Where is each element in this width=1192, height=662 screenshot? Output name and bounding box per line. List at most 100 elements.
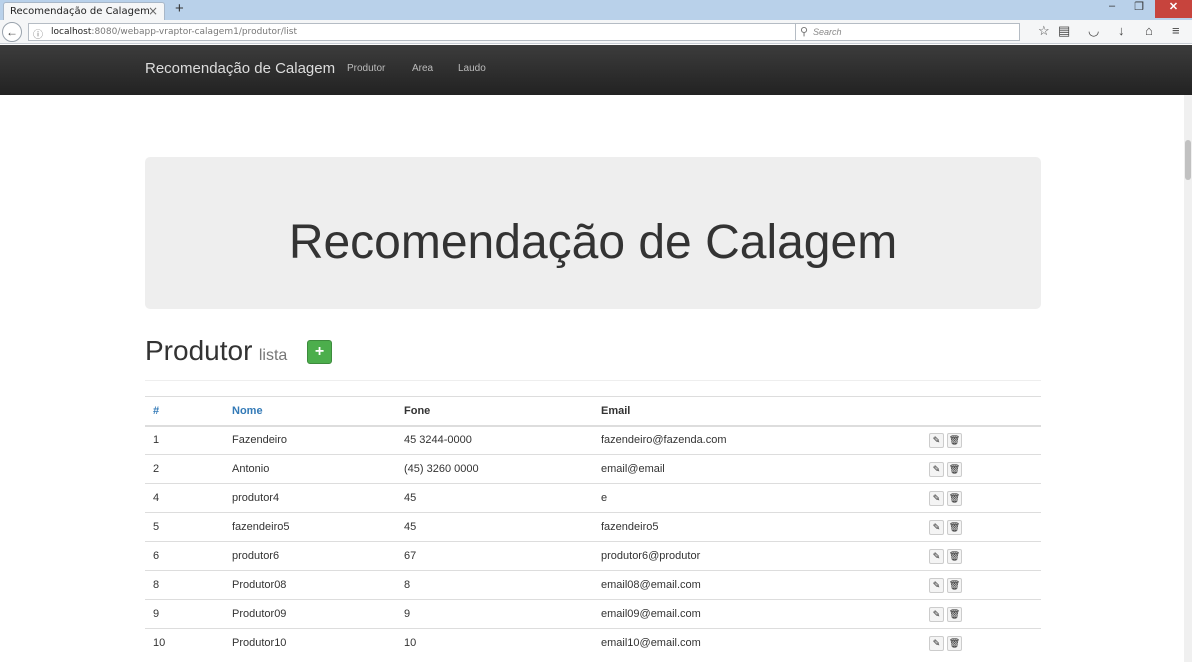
app-navbar: Recomendação de Calagem Produtor Area La… [0,45,1192,95]
page-scrollbar[interactable] [1184,95,1192,662]
url-host: localhost [51,27,92,37]
trash-icon[interactable]: 🗑 [947,635,962,651]
produtor-table: # Nome Fone Email 1 Fazendeiro 45 3244-000… [145,396,1041,658]
cell-email: email10@email.com [593,628,921,658]
table-row: 5 fazendeiro5 45 fazendeiro5 ✎ 🗑 [145,512,1041,542]
table-row: 9 Produtor09 9 email09@email.com ✎ 🗑 [145,599,1041,629]
cell-id: 9 [145,599,224,629]
edit-icon[interactable]: ✎ [929,635,944,651]
browser-titlebar: Recomendação de Calagem × + – ❐ ✕ [0,0,1192,20]
page-subtitle: lista [258,347,288,364]
jumbotron: Recomendação de Calagem [145,157,1041,309]
nav-link-produtor[interactable]: Produtor [347,63,385,74]
edit-icon[interactable]: ✎ [929,548,944,564]
window-minimize-button[interactable]: – [1098,0,1126,18]
download-icon[interactable]: ↓ [1118,23,1125,38]
cell-actions: ✎ 🗑 [921,628,1041,658]
add-produtor-button[interactable]: + [307,340,332,364]
page-title: Produtor [145,335,253,366]
column-header-nome[interactable]: Nome [224,396,396,427]
bookmark-star-icon[interactable]: ☆ [1038,23,1050,39]
tab-close-icon[interactable]: × [148,4,158,18]
nav-link-laudo[interactable]: Laudo [458,63,486,74]
trash-icon[interactable]: 🗑 [947,519,962,535]
search-input[interactable]: ⚲ Search [795,23,1020,41]
browser-toolbar: ← ⓘ localhost:8080/webapp-vraptor-calage… [0,20,1192,44]
back-icon[interactable]: ← [2,22,22,42]
cell-actions: ✎ 🗑 [921,599,1041,629]
trash-icon[interactable]: 🗑 [947,461,962,477]
edit-icon[interactable]: ✎ [929,490,944,506]
cell-id: 4 [145,483,224,513]
cell-nome: produtor6 [224,541,396,571]
table-body: 1 Fazendeiro 45 3244-0000 fazendeiro@fazend… [145,425,1041,658]
search-icon: ⚲ [800,26,809,38]
trash-icon[interactable]: 🗑 [947,548,962,564]
url-text: localhost:8080/webapp-vraptor-calagem1/p… [51,27,297,37]
edit-icon[interactable]: ✎ [929,606,944,622]
cell-actions: ✎ 🗑 [921,541,1041,571]
cell-actions: ✎ 🗑 [921,570,1041,600]
table-row: 10 Produtor10 10 email10@email.com ✎ 🗑 [145,628,1041,658]
cell-nome: fazendeiro5 [224,512,396,542]
column-header-actions [921,396,1041,427]
cell-id: 5 [145,512,224,542]
cell-fone: 67 [396,541,593,571]
column-header-fone: Fone [396,396,593,427]
url-bar[interactable]: ⓘ localhost:8080/webapp-vraptor-calagem1… [28,23,808,41]
trash-icon[interactable]: 🗑 [947,606,962,622]
info-icon[interactable]: ⓘ [33,26,43,41]
column-header-id[interactable]: # [145,396,224,427]
cell-id: 10 [145,628,224,658]
cell-nome: produtor4 [224,483,396,513]
table-header-row: # Nome Fone Email [145,396,1041,427]
cell-nome: Fazendeiro [224,425,396,455]
window-maximize-button[interactable]: ❐ [1125,0,1153,18]
cell-fone: 9 [396,599,593,629]
cell-nome: Produtor10 [224,628,396,658]
table-row: 8 Produtor08 8 email08@email.com ✎ 🗑 [145,570,1041,600]
trash-icon[interactable]: 🗑 [947,432,962,448]
cell-id: 2 [145,454,224,484]
pocket-icon[interactable]: ◡ [1088,23,1099,39]
trash-icon[interactable]: 🗑 [947,577,962,593]
bookmarks-library-icon[interactable]: ▤ [1058,23,1070,39]
cell-id: 8 [145,570,224,600]
cell-fone: 45 [396,483,593,513]
cell-email: e [593,483,921,513]
nav-link-area[interactable]: Area [412,63,433,74]
cell-nome: Produtor08 [224,570,396,600]
url-path: :8080/webapp-vraptor-calagem1/produtor/l… [91,27,297,37]
cell-fone: 8 [396,570,593,600]
edit-icon[interactable]: ✎ [929,461,944,477]
cell-id: 1 [145,425,224,455]
cell-email: fazendeiro@fazenda.com [593,425,921,455]
trash-icon[interactable]: 🗑 [947,490,962,506]
new-tab-button[interactable]: + [175,0,184,17]
tab-title: Recomendação de Calagem [10,6,150,17]
jumbotron-title: Recomendação de Calagem [288,216,898,269]
edit-icon[interactable]: ✎ [929,577,944,593]
scrollbar-thumb[interactable] [1185,140,1191,180]
search-placeholder: Search [813,27,842,37]
cell-fone: 45 [396,512,593,542]
cell-email: email08@email.com [593,570,921,600]
cell-nome: Antonio [224,454,396,484]
page-header: Produtor lista [145,335,287,367]
cell-fone: (45) 3260 0000 [396,454,593,484]
menu-icon[interactable]: ≡ [1172,23,1180,38]
cell-fone: 10 [396,628,593,658]
cell-actions: ✎ 🗑 [921,425,1041,455]
table-row: 1 Fazendeiro 45 3244-0000 fazendeiro@fazend… [145,425,1041,455]
navbar-brand[interactable]: Recomendação de Calagem [145,60,335,77]
cell-email: email09@email.com [593,599,921,629]
edit-icon[interactable]: ✎ [929,519,944,535]
table-row: 4 produtor4 45 e ✎ 🗑 [145,483,1041,513]
cell-email: email@email [593,454,921,484]
header-divider [145,380,1041,381]
edit-icon[interactable]: ✎ [929,432,944,448]
browser-tab[interactable]: Recomendação de Calagem × [3,2,165,20]
window-close-button[interactable]: ✕ [1155,0,1192,18]
cell-email: produtor6@produtor [593,541,921,571]
home-icon[interactable]: ⌂ [1145,23,1153,38]
